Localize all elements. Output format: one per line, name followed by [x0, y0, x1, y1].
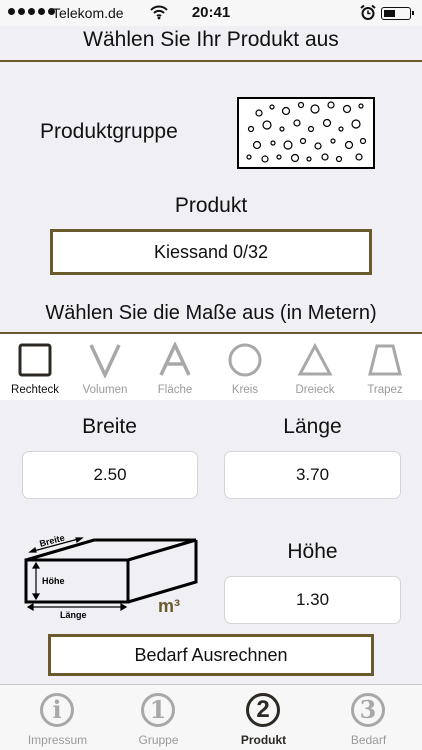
shape-tab-rechteck[interactable]: Rechteck	[0, 334, 70, 400]
tab-produkt[interactable]: 2 Produkt	[211, 685, 316, 750]
tab-bedarf[interactable]: 3 Bedarf	[316, 685, 421, 750]
calculate-button[interactable]: Bedarf Ausrechnen	[48, 634, 374, 676]
tab-label: Gruppe	[138, 733, 179, 747]
laenge-input[interactable]	[224, 451, 401, 499]
tab-label: Impressum	[27, 733, 88, 747]
product-label: Produkt	[174, 194, 248, 217]
step-3-icon: 3	[351, 693, 385, 727]
product-selected-value: Kiessand 0/32	[153, 241, 269, 262]
laenge-label: Länge	[283, 415, 342, 438]
breite-input[interactable]	[22, 451, 198, 499]
diagram-unit-label: m³	[158, 596, 180, 616]
shape-tab-kreis[interactable]: Kreis	[210, 334, 280, 400]
battery-icon	[381, 7, 414, 20]
tab-impressum[interactable]: i Impressum	[5, 685, 110, 750]
step-1-icon: 1	[141, 693, 175, 727]
circle-icon	[228, 343, 262, 377]
shape-tab-flaeche[interactable]: Fläche	[140, 334, 210, 400]
shape-tab-label: Trapez	[367, 384, 403, 396]
box-dimensions-diagram: Breite Höhe Länge m³	[24, 533, 198, 620]
hoehe-label: Höhe	[287, 540, 338, 563]
alarm-clock-icon	[360, 4, 376, 24]
shape-tab-label: Dreieck	[295, 384, 335, 396]
diagram-hoehe-label: Höhe	[42, 576, 65, 586]
header-divider	[0, 60, 422, 62]
status-bar: Telekom.de 20:41	[0, 0, 422, 26]
info-icon: i	[40, 693, 74, 727]
breite-label: Breite	[82, 415, 137, 438]
square-icon	[18, 343, 52, 377]
tab-label: Produkt	[240, 733, 287, 747]
tab-label: Bedarf	[350, 733, 387, 747]
status-time: 20:41	[191, 4, 231, 21]
shape-tab-label: Fläche	[157, 384, 193, 396]
shape-tab-label: Kreis	[231, 384, 259, 396]
shape-selector: Rechteck Volumen Fläche Kreis Dreieck Tr…	[0, 334, 422, 400]
letter-a-icon	[159, 342, 191, 376]
tab-gruppe[interactable]: 1 Gruppe	[106, 685, 211, 750]
calculate-button-label: Bedarf Ausrechnen	[134, 644, 288, 665]
product-select-button[interactable]: Kiessand 0/32	[50, 229, 372, 275]
dimensions-title: Wählen Sie die Maße aus (in Metern)	[45, 302, 377, 324]
shape-tab-dreieck[interactable]: Dreieck	[280, 334, 350, 400]
product-group-image-gravel[interactable]	[237, 97, 375, 169]
page-title: Wählen Sie Ihr Produkt aus	[83, 28, 339, 51]
step-2-icon: 2	[246, 693, 280, 727]
shape-tab-label: Rechteck	[11, 384, 59, 396]
triangle-icon	[297, 342, 333, 376]
tab-bar: i Impressum 1 Gruppe 2 Produkt 3 Bedarf	[0, 684, 422, 750]
letter-v-icon	[89, 344, 121, 378]
diagram-laenge-label: Länge	[60, 610, 87, 620]
shape-tab-trapez[interactable]: Trapez	[350, 334, 420, 400]
hoehe-input[interactable]	[224, 576, 401, 624]
trapezoid-icon	[368, 344, 402, 376]
product-group-label: Produktgruppe	[40, 120, 178, 143]
shape-tab-label: Volumen	[82, 384, 128, 396]
shape-tab-volumen[interactable]: Volumen	[70, 334, 140, 400]
